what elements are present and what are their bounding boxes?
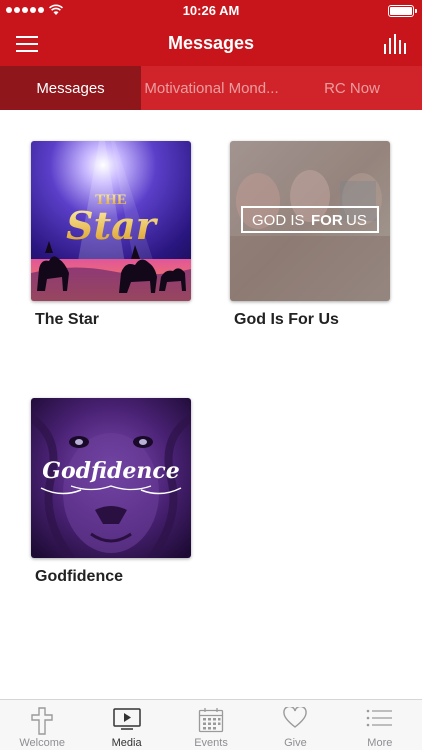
card-title-god-is-for-us: God Is For Us: [234, 311, 339, 328]
tab-bar-label: Give: [284, 737, 307, 749]
tab-bar-give[interactable]: Give: [253, 700, 337, 750]
god-is-for-us-art-text-1: GOD IS: [252, 212, 305, 229]
battery-icon: [388, 5, 417, 17]
heart-icon: [283, 707, 308, 728]
card-title-the-star: The Star: [35, 311, 100, 328]
tab-bar-media[interactable]: Media: [84, 700, 168, 750]
tab-bar-label: Media: [111, 737, 142, 749]
category-tabs: Messages Motivational Mond... RC Now: [0, 66, 422, 110]
status-time: 10:26 AM: [182, 3, 240, 18]
list-icon: [366, 709, 392, 727]
god-is-for-us-art-text-3: US: [346, 212, 367, 229]
calendar-icon: [198, 708, 224, 733]
media-card-the-star[interactable]: THE Star The Star: [31, 141, 193, 329]
tv-icon: [112, 708, 141, 730]
media-card-godfidence[interactable]: Godfidence Godfidence: [31, 398, 193, 586]
tab-bar-events[interactable]: Events: [169, 700, 253, 750]
the-star-artwork: THE Star: [31, 141, 191, 301]
godfidence-art-text: Godfidence: [42, 458, 180, 484]
tab-messages[interactable]: Messages: [0, 66, 141, 110]
tab-bar-label: Welcome: [19, 737, 66, 749]
tab-bar-more[interactable]: More: [338, 700, 422, 750]
audio-bars-icon: [384, 34, 406, 54]
nav-bar: Messages: [0, 22, 422, 66]
tab-bar-label: Events: [194, 737, 228, 749]
bottom-tab-bar: Welcome Media Events Give More: [0, 699, 422, 750]
tab-bar-label: More: [367, 737, 393, 749]
audio-bars-button[interactable]: [382, 32, 410, 56]
godfidence-artwork: Godfidence: [31, 398, 191, 558]
the-star-art-text: Star: [66, 203, 159, 248]
tab-bar-welcome[interactable]: Welcome: [0, 700, 84, 750]
god-is-for-us-art-text-2: FOR: [311, 212, 343, 229]
tab-rc-now[interactable]: RC Now: [282, 66, 422, 110]
cross-icon: [31, 707, 53, 735]
tab-motivational-monday[interactable]: Motivational Mond...: [141, 66, 282, 110]
status-bar: 10:26 AM: [0, 0, 422, 22]
page-title: Messages: [167, 33, 255, 53]
god-is-for-us-artwork: GOD IS FOR US: [230, 141, 390, 301]
media-card-god-is-for-us[interactable]: GOD IS FOR US God Is For Us: [230, 141, 392, 329]
card-title-godfidence: Godfidence: [35, 568, 124, 585]
